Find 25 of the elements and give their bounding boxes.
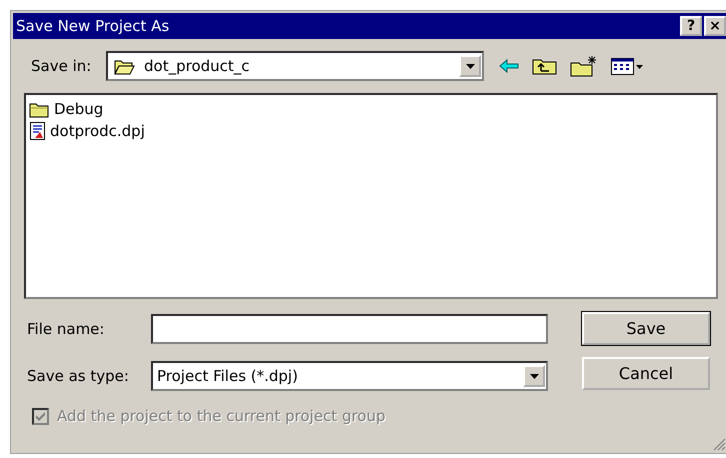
resize-grip-icon (712, 437, 726, 451)
checkbox-label: Add the project to the current project group (57, 407, 386, 425)
save-as-type-dropdown[interactable]: Project Files (*.dpj) (151, 361, 548, 391)
new-folder-icon[interactable] (570, 55, 598, 77)
caret-icon (530, 374, 538, 378)
cancel-button[interactable]: Cancel (582, 357, 710, 390)
view-menu-icon[interactable] (610, 56, 644, 76)
save-in-dropdown[interactable]: dot_product_c (106, 51, 484, 81)
back-arrow-icon[interactable] (498, 57, 520, 75)
help-button[interactable]: ? (680, 16, 702, 36)
close-button[interactable]: × (704, 16, 726, 36)
window-title: Save New Project As (16, 17, 170, 35)
save-button[interactable]: Save (582, 312, 710, 345)
dropdown-arrow-button[interactable] (459, 55, 481, 77)
file-name-field[interactable] (151, 314, 548, 344)
file-item[interactable]: Debug (54, 100, 104, 118)
caret-icon (466, 64, 474, 68)
file-name-label: File name: (27, 320, 106, 338)
save-as-type-label: Save as type: (27, 367, 130, 385)
document-icon (29, 121, 47, 141)
dropdown-arrow-button[interactable] (523, 365, 545, 387)
file-item[interactable]: dotprodc.dpj (50, 122, 145, 140)
save-in-label: Save in: (31, 57, 92, 75)
checkmark-icon (35, 411, 46, 421)
file-list[interactable]: Debug dotprodc.dpj (24, 93, 718, 299)
